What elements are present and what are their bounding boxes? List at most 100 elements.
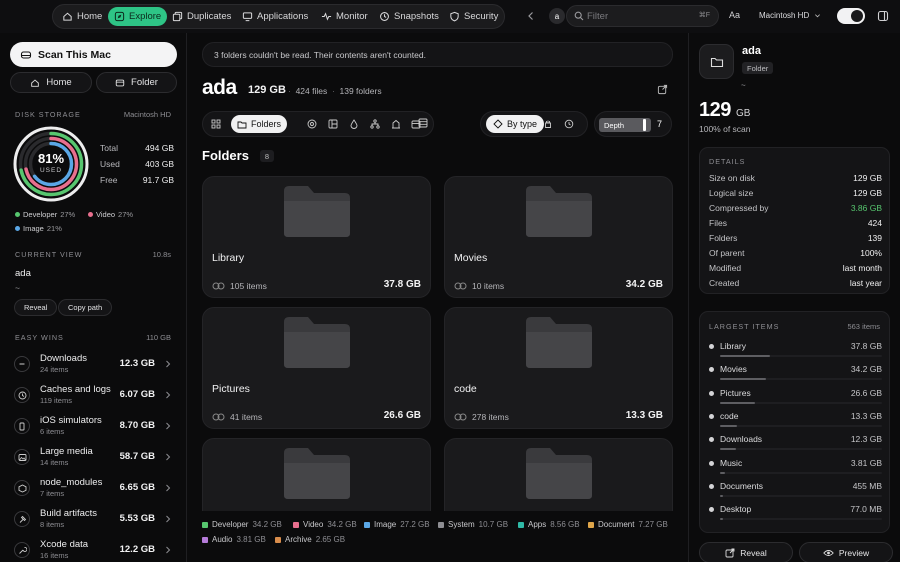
scan-mac-button[interactable]: Scan This Mac	[10, 42, 177, 67]
tag-icon	[493, 119, 503, 129]
view-tree-button[interactable]	[367, 116, 383, 132]
easy-win-node-modules[interactable]: node_modules 7 items 6.65 GB	[0, 472, 187, 503]
preview-button[interactable]: Preview	[799, 542, 893, 562]
folder-card-items: 105 items	[212, 281, 267, 291]
legend-developer: Developer 27%	[15, 210, 75, 219]
view-folders-button[interactable]: Folders	[231, 115, 288, 133]
inspector-name: ada	[742, 45, 761, 57]
type-legend-developer: Developer 34.2 GB	[202, 520, 282, 529]
easy-win-downloads[interactable]: Downloads 24 items 12.3 GB	[0, 348, 187, 379]
disk-selector[interactable]: Macintosh HD	[759, 11, 821, 20]
clock-icon	[14, 387, 30, 403]
folder-card[interactable]: Movies 10 items 34.2 GB	[444, 176, 673, 298]
largest-item-row[interactable]: Documents 455 MB	[709, 481, 882, 503]
detail-row: Logical size 129 GB	[709, 188, 882, 198]
easy-win-xcode-data[interactable]: Xcode data 16 items 12.2 GB	[0, 534, 187, 562]
largest-item-row[interactable]: Library 37.8 GB	[709, 341, 882, 363]
search-scope-badge[interactable]: a	[549, 8, 565, 24]
sort-date-button[interactable]	[561, 116, 577, 132]
folder-card[interactable]	[444, 438, 673, 511]
view-list-button[interactable]	[415, 115, 431, 131]
item-dot	[709, 507, 714, 513]
current-view-label: CURRENT VIEW	[15, 250, 83, 259]
folder-icon	[526, 317, 592, 368]
search-shortcut: ⌘F	[698, 12, 710, 19]
legend-swatch	[588, 521, 594, 528]
sort-by-type-button[interactable]: By type	[486, 115, 545, 133]
tab-security[interactable]: Security	[443, 7, 504, 26]
copy-path-button[interactable]: Copy path	[58, 299, 113, 316]
largest-item-bar	[720, 448, 736, 451]
view-grid-button[interactable]	[208, 116, 224, 132]
easy-win-ios-simulators[interactable]: iOS simulators 6 items 8.70 GB	[0, 410, 187, 441]
chevron-right-icon	[166, 515, 171, 523]
chevron-right-icon	[166, 484, 171, 492]
easy-win-caches[interactable]: Caches and logs 119 items 6.07 GB	[0, 379, 187, 410]
unreadable-notice: 3 folders couldn't be read. Their conten…	[202, 42, 673, 67]
depth-value: 7	[657, 119, 663, 129]
theme-toggle[interactable]	[837, 8, 865, 24]
sort-toolbar: By type	[480, 111, 588, 137]
type-legend-video: Video 34.2 GB	[293, 520, 357, 529]
open-external-icon	[725, 548, 735, 557]
folder-button[interactable]: Folder	[96, 72, 177, 93]
sort-size-button[interactable]	[540, 116, 556, 132]
type-legend-audio: Audio 3.81 GB	[202, 535, 266, 544]
home-button[interactable]: Home	[10, 72, 92, 93]
tab-home[interactable]: Home	[56, 7, 108, 26]
depth-slider[interactable]: Depth	[599, 118, 651, 132]
largest-item-row[interactable]: code 13.3 GB	[709, 411, 882, 433]
view-sunburst-button[interactable]	[304, 116, 320, 132]
inspector-panel: ada Folder ~ 129 GB 100% of scan DETAILS…	[688, 33, 900, 562]
tab-applications[interactable]: Applications	[236, 7, 314, 26]
easy-wins-label: EASY WINS	[15, 333, 64, 342]
tab-duplicates[interactable]: Duplicates	[166, 7, 237, 26]
view-treemap-button[interactable]	[325, 116, 341, 132]
largest-item-size: 37.8 GB	[850, 341, 882, 351]
folder-count: 139 folders	[339, 86, 382, 96]
largest-items-label: LARGEST ITEMS	[709, 322, 780, 331]
reveal-button[interactable]: Reveal	[14, 299, 58, 316]
detail-row: Compressed by 3.86 GB	[709, 203, 882, 213]
stack-icon	[454, 282, 467, 290]
view-drop-button[interactable]	[346, 116, 362, 132]
list-icon	[418, 118, 428, 128]
largest-item-row[interactable]: Movies 34.2 GB	[709, 364, 882, 386]
details-card: DETAILS Size on disk 129 GB Logical size 1…	[699, 147, 890, 294]
chevron-right-icon	[166, 453, 171, 461]
legend-swatch	[293, 521, 299, 528]
search-input[interactable]	[587, 9, 687, 23]
folder-card[interactable]: Library 105 items 37.8 GB	[202, 176, 431, 298]
inspector-percent-of-scan: 100% of scan	[699, 124, 751, 134]
folder-card[interactable]: Pictures 41 items 26.6 GB	[202, 307, 431, 429]
reveal-in-finder-button[interactable]: Reveal	[699, 542, 793, 562]
tab-monitor[interactable]: Monitor	[315, 7, 374, 26]
legend-swatch	[518, 521, 524, 528]
largest-item-bar	[720, 518, 723, 521]
detail-row: Modified last month	[709, 263, 882, 273]
largest-item-row[interactable]: Desktop 77.0 MB	[709, 504, 882, 526]
chevron-left-icon[interactable]	[525, 10, 537, 22]
view-city-button[interactable]	[388, 116, 404, 132]
chevron-right-icon	[166, 360, 171, 368]
largest-item-bar	[720, 355, 771, 357]
tab-explore[interactable]: Explore	[108, 7, 168, 26]
folder-card[interactable]: code 278 items 13.3 GB	[444, 307, 673, 429]
item-dot	[709, 460, 714, 466]
largest-item-row[interactable]: Music 3.81 GB	[709, 458, 882, 480]
folder-icon	[284, 317, 350, 368]
tab-snapshots[interactable]: Snapshots	[373, 7, 445, 26]
largest-item-name: Documents	[720, 480, 763, 491]
largest-item-row[interactable]: Pictures 26.6 GB	[709, 388, 882, 410]
sidebar-toggle-icon[interactable]	[877, 10, 889, 22]
text-size-button[interactable]: Aa	[729, 10, 740, 20]
folder-card[interactable]	[202, 438, 431, 511]
easy-win-large-media[interactable]: Large media 14 items 58.7 GB	[0, 441, 187, 472]
legend-swatch	[438, 521, 444, 528]
home-icon	[31, 78, 40, 87]
open-external-icon[interactable]	[657, 84, 668, 95]
easy-win-build-artifacts[interactable]: Build artifacts 8 items 5.53 GB	[0, 503, 187, 534]
largest-item-row[interactable]: Downloads 12.3 GB	[709, 434, 882, 456]
depth-slider-handle[interactable]	[643, 119, 646, 131]
type-legend-archive: Archive 2.65 GB	[275, 535, 345, 544]
